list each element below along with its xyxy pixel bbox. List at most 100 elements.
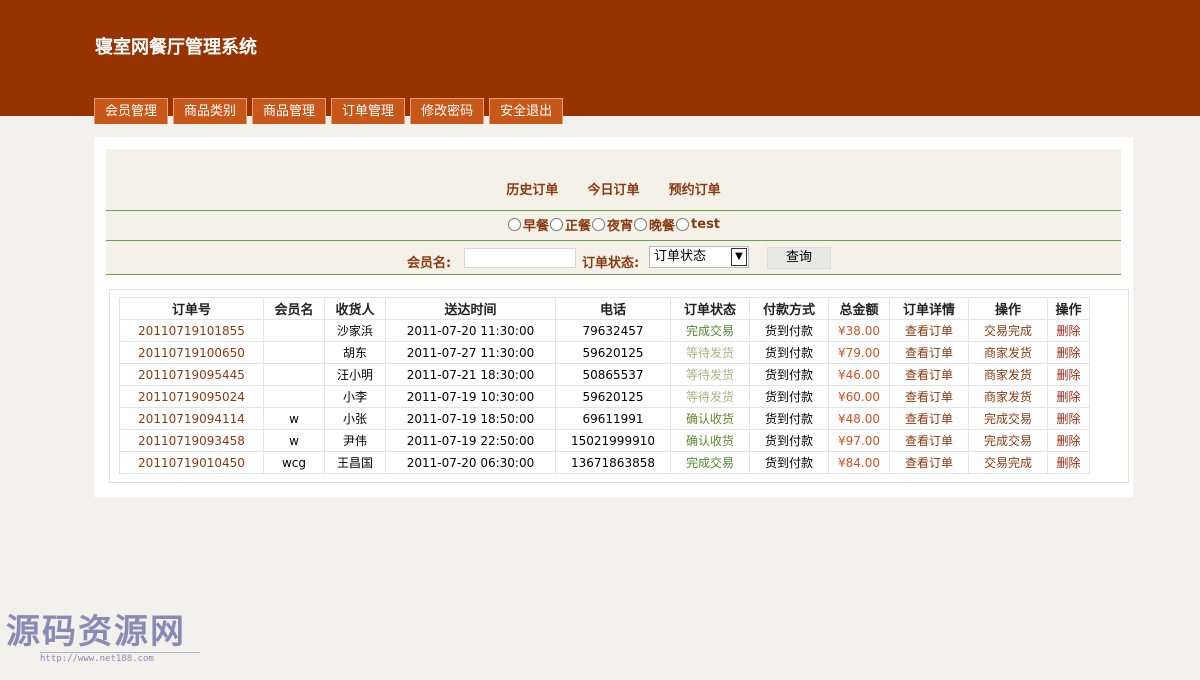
phone-number: 59620125 bbox=[555, 385, 671, 408]
tab-product-management[interactable]: 商品管理 bbox=[252, 98, 327, 124]
order-amount: ¥84.00 bbox=[828, 451, 890, 474]
meal-option-main[interactable]: 正餐 bbox=[549, 215, 591, 234]
chevron-down-icon[interactable]: ▼ bbox=[731, 248, 747, 266]
table-header-row: 订单号 会员名 收货人 送达时间 电话 订单状态 付款方式 总金额 订单详情 操… bbox=[119, 297, 1090, 320]
receiver-name: 沙家浜 bbox=[324, 319, 386, 342]
view-order-link[interactable]: 查看订单 bbox=[905, 456, 953, 470]
delivery-time: 2011-07-20 11:30:00 bbox=[385, 319, 556, 342]
delivery-time: 2011-07-27 11:30:00 bbox=[385, 341, 556, 364]
order-status: 确认收货 bbox=[670, 429, 750, 452]
meal-label: test bbox=[691, 217, 721, 232]
view-order-link[interactable]: 查看订单 bbox=[905, 324, 953, 338]
order-action-link[interactable]: 完成交易 bbox=[984, 434, 1032, 448]
order-action-link[interactable]: 完成交易 bbox=[984, 412, 1032, 426]
payment-method: 货到付款 bbox=[749, 429, 829, 452]
filter-box: 历史订单 今日订单 预约订单 早餐 正餐 夜宵 晚餐 test 会员名: 订单状态: 订… bbox=[106, 149, 1121, 275]
delivery-time: 2011-07-19 22:50:00 bbox=[385, 429, 556, 452]
meal-option-dinner[interactable]: 晚餐 bbox=[633, 215, 675, 234]
phone-number: 79632457 bbox=[555, 319, 671, 342]
radio-icon[interactable] bbox=[676, 218, 690, 231]
order-number: 20110719101855 bbox=[119, 319, 264, 342]
meal-label: 晚餐 bbox=[649, 219, 676, 234]
view-order-link[interactable]: 查看订单 bbox=[905, 346, 953, 360]
member-name-input[interactable] bbox=[464, 248, 576, 268]
divider-line bbox=[106, 274, 1121, 275]
meal-option-late-night[interactable]: 夜宵 bbox=[591, 215, 633, 234]
tab-change-password[interactable]: 修改密码 bbox=[410, 98, 485, 124]
tab-order-management[interactable]: 订单管理 bbox=[331, 98, 406, 124]
receiver-name: 小张 bbox=[324, 407, 386, 430]
receiver-name: 小李 bbox=[324, 385, 386, 408]
divider-line bbox=[106, 240, 1121, 241]
member-name: wcg bbox=[263, 451, 325, 474]
delete-link[interactable]: 删除 bbox=[1056, 346, 1080, 360]
payment-method: 货到付款 bbox=[749, 319, 829, 342]
today-orders-link[interactable]: 今日订单 bbox=[587, 183, 639, 198]
col-header-detail: 订单详情 bbox=[889, 297, 969, 320]
view-order-link[interactable]: 查看订单 bbox=[905, 368, 953, 382]
order-status-label: 订单状态: bbox=[582, 256, 640, 271]
phone-number: 13671863858 bbox=[555, 451, 671, 474]
order-status-select[interactable]: 订单状态 ▼ bbox=[649, 246, 749, 268]
member-name: w bbox=[263, 429, 325, 452]
watermark-logo: 源码资源网 http://www.net188.com bbox=[6, 612, 200, 664]
order-status: 完成交易 bbox=[670, 451, 750, 474]
meal-option-breakfast[interactable]: 早餐 bbox=[507, 215, 549, 234]
order-action-link[interactable]: 商家发货 bbox=[984, 346, 1032, 360]
col-header-delivery-time: 送达时间 bbox=[385, 297, 556, 320]
order-amount: ¥46.00 bbox=[828, 363, 890, 386]
receiver-name: 王昌国 bbox=[324, 451, 386, 474]
delivery-time: 2011-07-21 18:30:00 bbox=[385, 363, 556, 386]
divider-line bbox=[106, 210, 1121, 211]
col-header-action: 操作 bbox=[968, 297, 1048, 320]
receiver-name: 尹伟 bbox=[324, 429, 386, 452]
view-order-link[interactable]: 查看订单 bbox=[905, 390, 953, 404]
radio-icon[interactable] bbox=[634, 218, 648, 231]
radio-icon[interactable] bbox=[549, 218, 563, 231]
radio-icon[interactable] bbox=[507, 218, 521, 231]
order-number: 20110719093458 bbox=[119, 429, 264, 452]
order-action-link[interactable]: 交易完成 bbox=[984, 324, 1032, 338]
reserved-orders-link[interactable]: 预约订单 bbox=[669, 183, 721, 198]
delete-link[interactable]: 删除 bbox=[1056, 324, 1080, 338]
table-row: 20110719100650 胡东 2011-07-27 11:30:00 59… bbox=[119, 341, 1090, 364]
view-order-link[interactable]: 查看订单 bbox=[905, 434, 953, 448]
receiver-name: 胡东 bbox=[324, 341, 386, 364]
query-button[interactable]: 查询 bbox=[767, 247, 831, 269]
history-orders-link[interactable]: 历史订单 bbox=[506, 183, 558, 198]
tab-product-category[interactable]: 商品类别 bbox=[173, 98, 248, 124]
meal-option-test[interactable]: test bbox=[675, 217, 720, 232]
radio-icon[interactable] bbox=[592, 218, 605, 231]
member-name-label: 会员名: bbox=[407, 256, 452, 271]
col-header-payment: 付款方式 bbox=[749, 297, 829, 320]
delete-link[interactable]: 删除 bbox=[1056, 456, 1080, 470]
delivery-time: 2011-07-20 06:30:00 bbox=[385, 451, 556, 474]
tab-member-management[interactable]: 会员管理 bbox=[94, 98, 169, 124]
member-name: w bbox=[263, 407, 325, 430]
order-action-link[interactable]: 交易完成 bbox=[984, 456, 1032, 470]
orders-table: 订单号 会员名 收货人 送达时间 电话 订单状态 付款方式 总金额 订单详情 操… bbox=[119, 297, 1090, 474]
meal-label: 早餐 bbox=[522, 219, 549, 234]
delete-link[interactable]: 删除 bbox=[1056, 368, 1080, 382]
col-header-phone: 电话 bbox=[555, 297, 671, 320]
delete-link[interactable]: 删除 bbox=[1056, 434, 1080, 448]
order-status: 等待发货 bbox=[670, 363, 750, 386]
table-row: 20110719095445 汪小明 2011-07-21 18:30:00 5… bbox=[119, 363, 1090, 386]
delete-link[interactable]: 删除 bbox=[1056, 390, 1080, 404]
order-status: 确认收货 bbox=[670, 407, 750, 430]
tab-logout[interactable]: 安全退出 bbox=[489, 98, 564, 124]
app-header: 寝室网餐厅管理系统 会员管理 商品类别 商品管理 订单管理 修改密码 安全退出 bbox=[0, 0, 1200, 124]
table-row: 20110719010450 wcg 王昌国 2011-07-20 06:30:… bbox=[119, 451, 1090, 474]
order-status-selected: 订单状态 bbox=[654, 249, 707, 264]
delete-link[interactable]: 删除 bbox=[1056, 412, 1080, 426]
col-header-action-2: 操作 bbox=[1047, 297, 1090, 320]
order-action-link[interactable]: 商家发货 bbox=[984, 390, 1032, 404]
order-number: 20110719095445 bbox=[119, 363, 264, 386]
table-row: 20110719093458 w 尹伟 2011-07-19 22:50:00 … bbox=[119, 429, 1090, 452]
payment-method: 货到付款 bbox=[749, 451, 829, 474]
table-row: 20110719101855 沙家浜 2011-07-20 11:30:00 7… bbox=[119, 319, 1090, 342]
payment-method: 货到付款 bbox=[749, 407, 829, 430]
order-number: 20110719094114 bbox=[119, 407, 264, 430]
view-order-link[interactable]: 查看订单 bbox=[905, 412, 953, 426]
order-action-link[interactable]: 商家发货 bbox=[984, 368, 1032, 382]
